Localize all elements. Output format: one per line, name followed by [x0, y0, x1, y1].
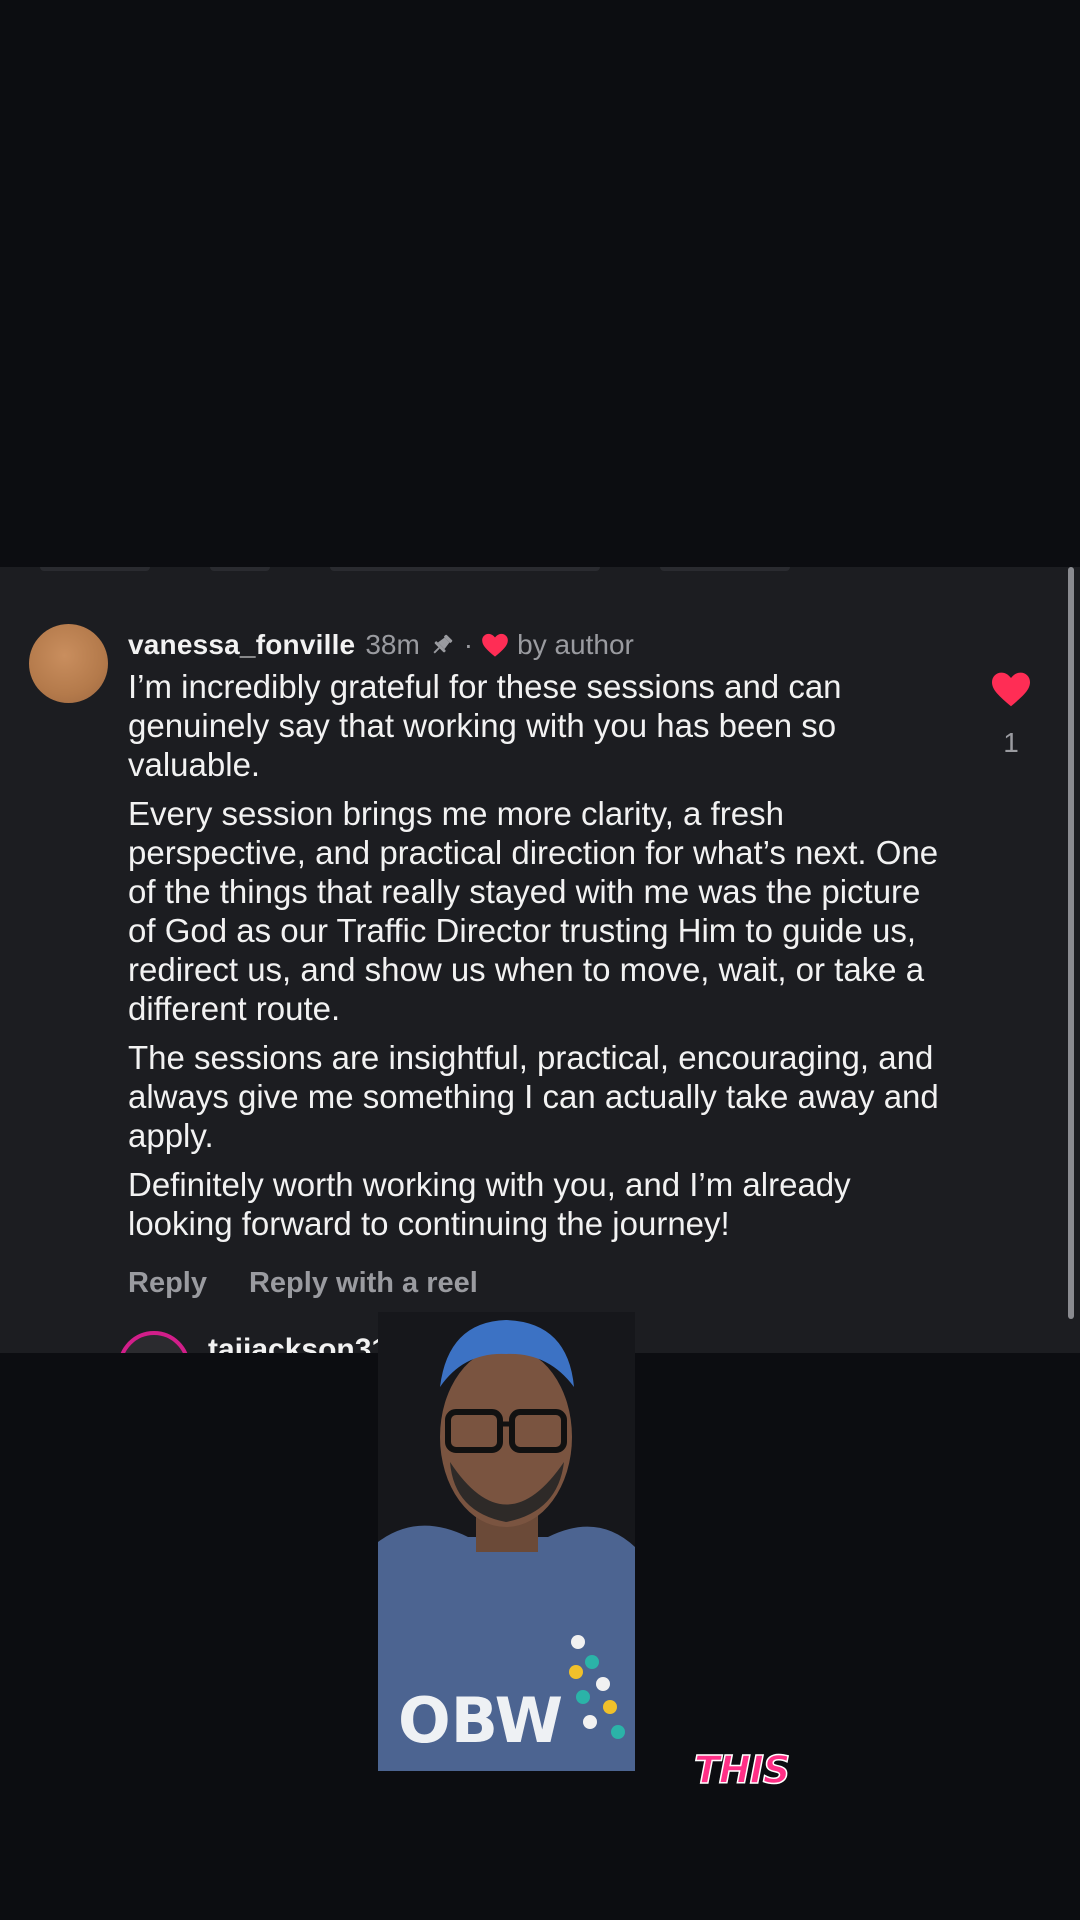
heart-icon	[481, 632, 509, 658]
comment-paragraph: Every session brings me more clarity, a …	[128, 795, 939, 1027]
pin-icon	[428, 631, 456, 659]
comments-panel: vanessa_fonville 38m · by author I’m inc…	[0, 567, 1080, 1353]
comment-header: vanessa_fonville 38m · by author	[128, 625, 634, 665]
meta-separator: ·	[463, 629, 474, 660]
comment-paragraph: Definitely worth working with you, and I…	[128, 1166, 851, 1242]
comment-username[interactable]: vanessa_fonville	[128, 629, 355, 661]
panel-top-tabs	[0, 567, 1080, 573]
like-button[interactable]	[990, 670, 1032, 708]
comment-text: I’m incredibly grateful for these sessio…	[128, 667, 948, 1253]
avatar[interactable]	[29, 624, 108, 703]
avatar[interactable]	[118, 1331, 190, 1353]
shirt-print: OBW	[398, 1684, 563, 1757]
reply-button[interactable]: Reply	[128, 1267, 207, 1300]
comment-time: 38m	[365, 629, 420, 660]
caption-text: THIS	[693, 1747, 791, 1793]
comment-paragraph: The sessions are insightful, practical, …	[128, 1039, 939, 1154]
scrollbar[interactable]	[1068, 567, 1074, 1319]
screen: vanessa_fonville 38m · by author I’m inc…	[0, 0, 1080, 1920]
heart-icon	[992, 672, 1030, 707]
reply-with-reel-button[interactable]: Reply with a reel	[249, 1267, 478, 1300]
presenter-video: OBW	[378, 1312, 635, 1771]
like-count: 1	[1003, 727, 1019, 758]
comment-actions: Reply Reply with a reel	[128, 1267, 520, 1300]
top-video-area	[0, 0, 1080, 567]
comment-paragraph: I’m incredibly grateful for these sessio…	[128, 668, 842, 783]
by-author-label: by author	[517, 629, 634, 660]
comment-username[interactable]: taijackson31	[208, 1333, 388, 1353]
